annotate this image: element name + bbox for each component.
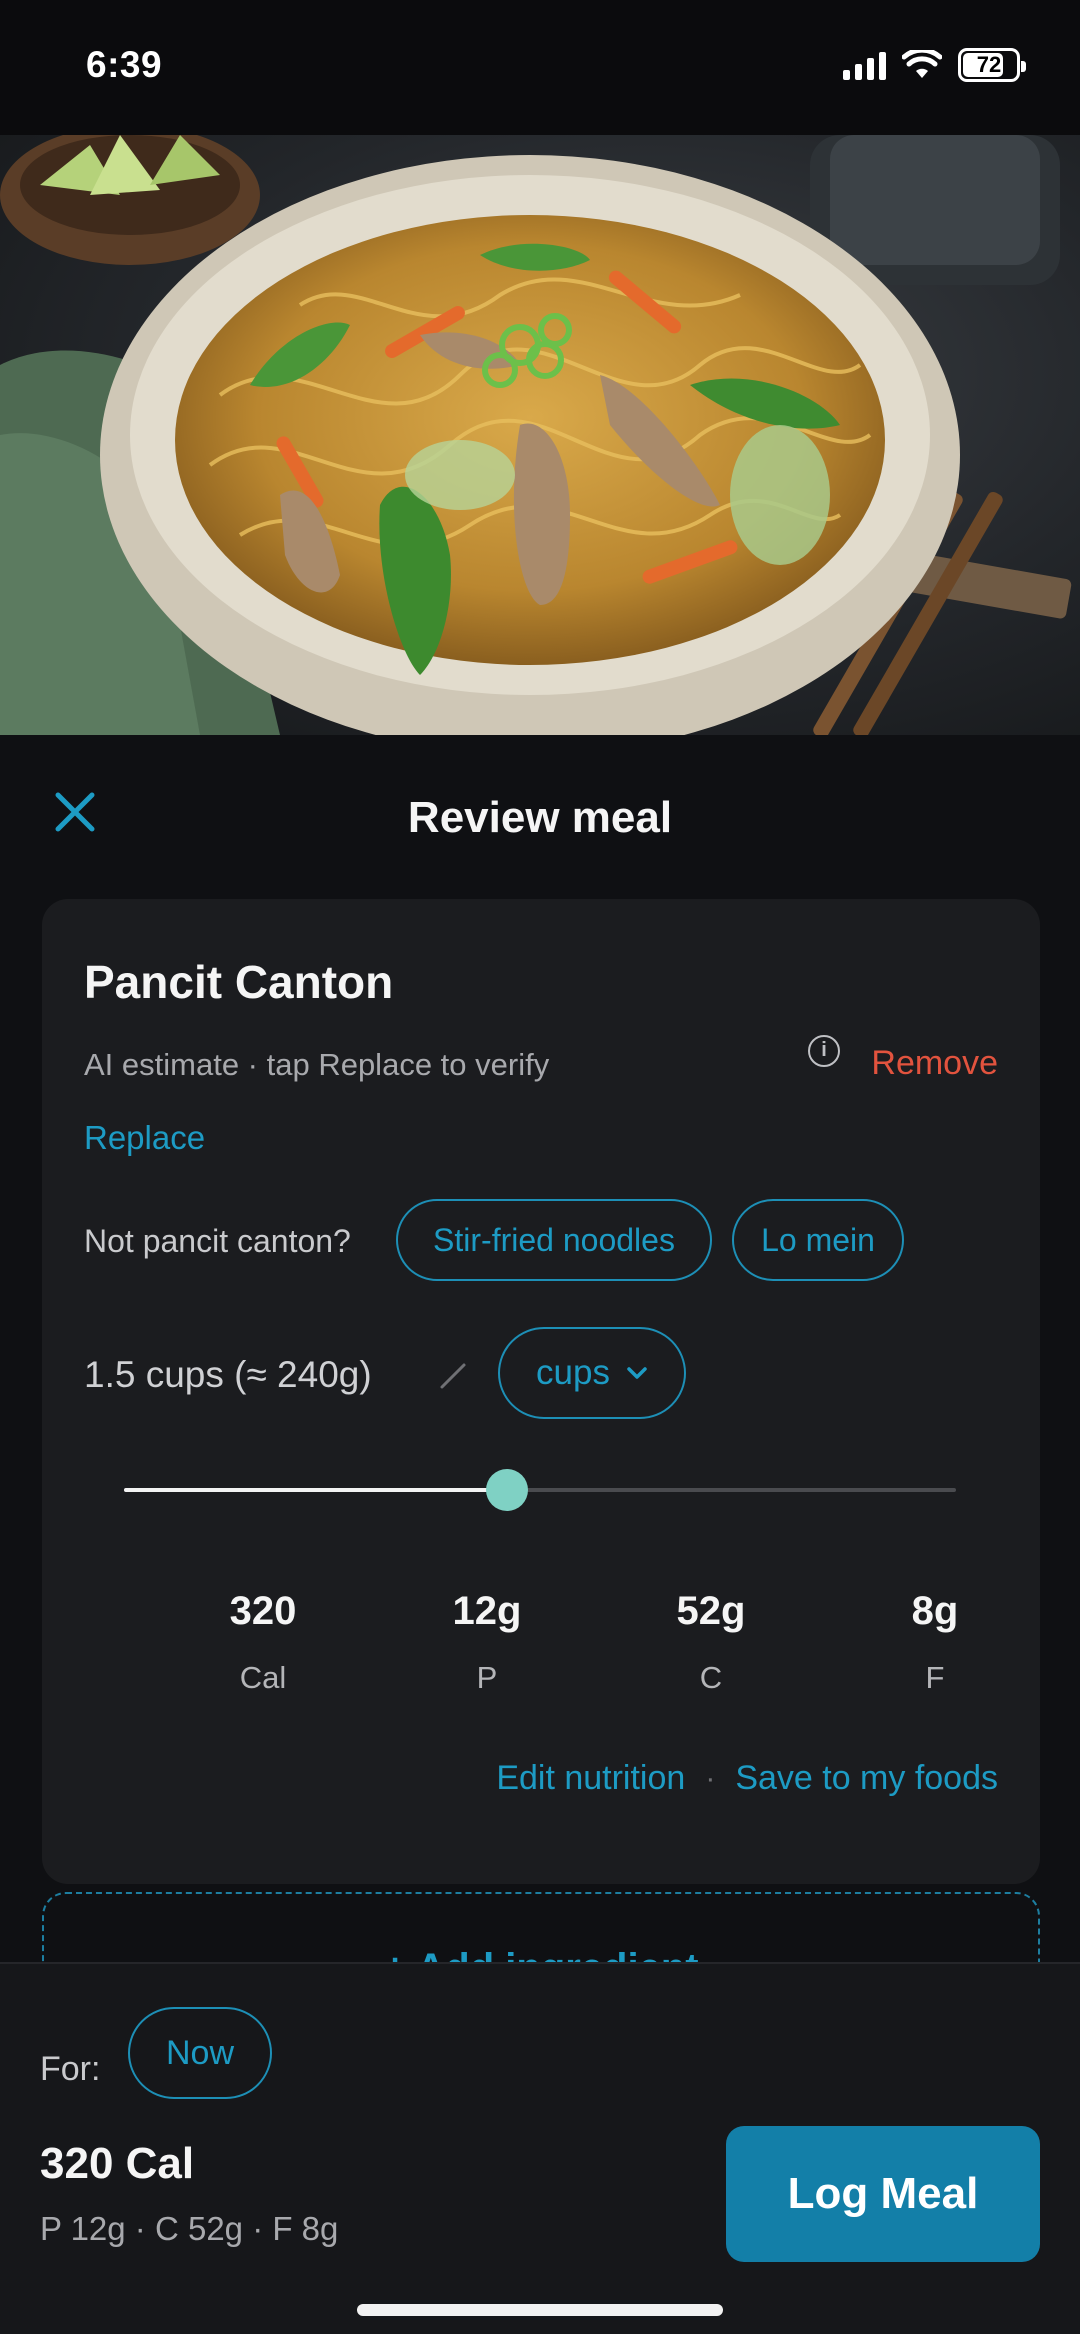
total-calories: 320 Cal xyxy=(40,2139,195,2188)
home-indicator xyxy=(357,2304,723,2316)
meal-photo xyxy=(0,135,1080,735)
status-bar: 6:39 72 xyxy=(0,0,1080,135)
cellular-signal-icon xyxy=(843,50,886,80)
total-macros: P 12g · C 52g · F 8g xyxy=(40,2210,339,2247)
separator-dot: · xyxy=(705,1761,716,1795)
log-meal-button[interactable]: Log Meal xyxy=(726,2126,1040,2262)
unit-value: cups xyxy=(536,1353,610,1392)
macro-label: Cal xyxy=(239,1660,287,1695)
pancit-canton-image xyxy=(0,135,1072,735)
chevron-down-icon xyxy=(627,1367,647,1379)
estimate-note: AI estimate · tap Replace to verify xyxy=(84,1047,550,1082)
battery-level: 72 xyxy=(976,52,1002,77)
macro-value: 320 xyxy=(229,1589,297,1633)
slider-fill xyxy=(124,1488,507,1492)
replace-button[interactable]: Replace xyxy=(84,1119,205,1157)
slider-thumb[interactable] xyxy=(485,1469,528,1511)
macro-fat: 8g F xyxy=(835,1589,1035,1696)
macro-value: 8g xyxy=(911,1589,959,1633)
bottom-bar: For: Now 320 Cal P 12g · C 52g · F 8g Lo… xyxy=(0,1962,1080,2334)
battery-icon: 72 xyxy=(958,48,1026,82)
not-food-label: Not pancit canton? xyxy=(84,1223,351,1259)
page-title: Review meal xyxy=(407,793,673,842)
portion-text: 1.5 cups (≈ 240g) xyxy=(84,1354,372,1395)
macro-label: C xyxy=(699,1660,723,1695)
save-to-my-foods-link[interactable]: Save to my foods xyxy=(735,1759,998,1798)
macro-protein: 12g P xyxy=(387,1589,587,1696)
wifi-icon xyxy=(902,50,942,78)
remove-button[interactable]: Remove xyxy=(871,1044,998,1083)
macro-carbs: 52g C xyxy=(611,1589,811,1696)
card-actions: Edit nutrition · Save to my foods xyxy=(496,1759,998,1798)
edit-nutrition-link[interactable]: Edit nutrition xyxy=(496,1759,685,1798)
meal-time-chip[interactable]: Now xyxy=(128,2007,272,2099)
suggestion-chip-lo-mein[interactable]: Lo mein xyxy=(732,1199,904,1281)
info-icon[interactable]: i xyxy=(808,1035,840,1067)
macro-value: 12g xyxy=(452,1589,522,1633)
pencil-icon[interactable] xyxy=(436,1359,470,1393)
macro-value: 52g xyxy=(676,1589,746,1633)
status-icons: 72 xyxy=(843,48,1026,82)
unit-dropdown[interactable]: cups xyxy=(498,1327,686,1419)
macro-calories: 320 Cal xyxy=(163,1589,363,1696)
portion-slider[interactable] xyxy=(124,1465,956,1515)
suggestion-chip-stir-fried-noodles[interactable]: Stir-fried noodles xyxy=(396,1199,712,1281)
macro-label: P xyxy=(476,1660,498,1695)
status-time: 6:39 xyxy=(86,44,163,85)
macro-label: F xyxy=(925,1660,945,1695)
for-label: For: xyxy=(40,2050,101,2088)
meal-item-card: Pancit Canton AI estimate · tap Replace … xyxy=(42,899,1040,1884)
food-name: Pancit Canton xyxy=(84,956,394,1008)
